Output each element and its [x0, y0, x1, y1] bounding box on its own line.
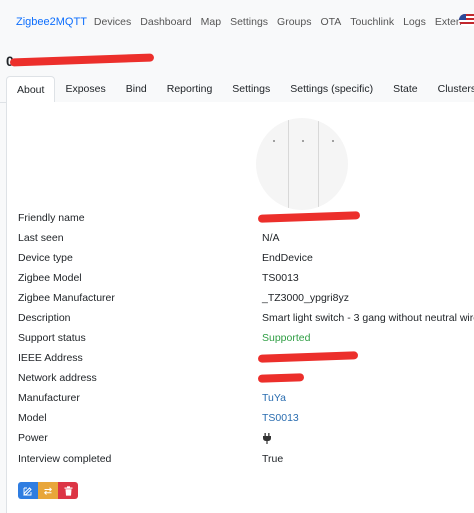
- zigbee-manufacturer-label: Zigbee Manufacturer: [18, 292, 115, 304]
- nav-link-map[interactable]: Map: [201, 16, 221, 28]
- nav-link-devices[interactable]: Devices: [94, 16, 131, 28]
- switch-indicator: [332, 140, 334, 142]
- row-zigbee-model: Zigbee Model TS0013: [18, 272, 474, 288]
- row-network-address: Network address: [18, 372, 474, 388]
- tab-exposes[interactable]: Exposes: [55, 76, 115, 102]
- description-label: Description: [18, 312, 71, 324]
- swap-button[interactable]: [38, 482, 58, 499]
- network-address-label: Network address: [18, 372, 97, 384]
- interview-completed-label: Interview completed: [18, 453, 112, 465]
- row-support-status: Support status Supported: [18, 332, 474, 348]
- ieee-address-label: IEEE Address: [18, 352, 83, 364]
- tab-settings-specific[interactable]: Settings (specific): [280, 76, 383, 102]
- tab-state[interactable]: State: [383, 76, 428, 102]
- edit-icon: [23, 486, 32, 496]
- row-friendly-name: Friendly name: [18, 212, 474, 228]
- zigbee-manufacturer-value: _TZ3000_ypgri8yz: [262, 292, 349, 304]
- row-model: Model TS0013: [18, 412, 474, 428]
- nav-link-settings[interactable]: Settings: [230, 16, 268, 28]
- tab-about[interactable]: About: [6, 76, 56, 102]
- last-seen-value: N/A: [262, 232, 280, 244]
- row-last-seen: Last seen N/A: [18, 232, 474, 248]
- switch-indicator: [273, 140, 275, 142]
- zigbee-model-value: TS0013: [262, 272, 299, 284]
- device-header: 0: [0, 44, 474, 74]
- manufacturer-label: Manufacturer: [18, 392, 80, 404]
- tab-settings[interactable]: Settings: [222, 76, 280, 102]
- tab-bind[interactable]: Bind: [116, 76, 157, 102]
- swap-icon: [43, 486, 53, 495]
- switch-divider: [318, 120, 319, 208]
- switch-divider: [288, 120, 289, 208]
- us-flag-icon[interactable]: [459, 14, 474, 26]
- nav-link-touchlink[interactable]: Touchlink: [350, 16, 394, 28]
- row-device-type: Device type EndDevice: [18, 252, 474, 268]
- redaction-mark: [257, 373, 305, 383]
- device-type-value: EndDevice: [262, 252, 313, 264]
- nav-link-logs[interactable]: Logs: [403, 16, 426, 28]
- device-image: [256, 118, 348, 210]
- last-seen-label: Last seen: [18, 232, 64, 244]
- row-zigbee-manufacturer: Zigbee Manufacturer _TZ3000_ypgri8yz: [18, 292, 474, 308]
- tab-reporting[interactable]: Reporting: [157, 76, 223, 102]
- navbar: Zigbee2MQTT Devices Dashboard Map Settin…: [0, 0, 474, 44]
- support-status-link[interactable]: Supported: [262, 332, 310, 344]
- edit-button[interactable]: [18, 482, 38, 499]
- plug-icon: [262, 433, 272, 447]
- row-ieee-address: IEEE Address: [18, 352, 474, 368]
- device-tabs: About Exposes Bind Reporting Settings Se…: [0, 76, 474, 103]
- power-label: Power: [18, 432, 48, 444]
- nav-link-dashboard[interactable]: Dashboard: [140, 16, 191, 28]
- switch-indicator: [302, 140, 304, 142]
- redaction-mark: [9, 53, 155, 67]
- row-description: Description Smart light switch - 3 gang …: [18, 312, 474, 328]
- device-actions: [18, 482, 78, 499]
- nav-link-groups[interactable]: Groups: [277, 16, 311, 28]
- trash-icon: [64, 485, 72, 496]
- row-power: Power: [18, 432, 474, 448]
- model-label: Model: [18, 412, 47, 424]
- tab-clusters[interactable]: Clusters: [428, 76, 474, 102]
- friendly-name-label: Friendly name: [18, 212, 85, 224]
- model-link[interactable]: TS0013: [262, 412, 299, 424]
- description-value: Smart light switch - 3 gang without neut…: [262, 312, 474, 324]
- brand-link[interactable]: Zigbee2MQTT: [16, 16, 87, 28]
- device-type-label: Device type: [18, 252, 73, 264]
- delete-button[interactable]: [58, 482, 78, 499]
- manufacturer-link[interactable]: TuYa: [262, 392, 286, 404]
- zigbee-model-label: Zigbee Model: [18, 272, 82, 284]
- row-interview-completed: Interview completed True: [18, 453, 474, 469]
- support-status-label: Support status: [18, 332, 86, 344]
- nav-link-ota[interactable]: OTA: [320, 16, 341, 28]
- interview-completed-value: True: [262, 453, 284, 465]
- row-manufacturer: Manufacturer TuYa: [18, 392, 474, 408]
